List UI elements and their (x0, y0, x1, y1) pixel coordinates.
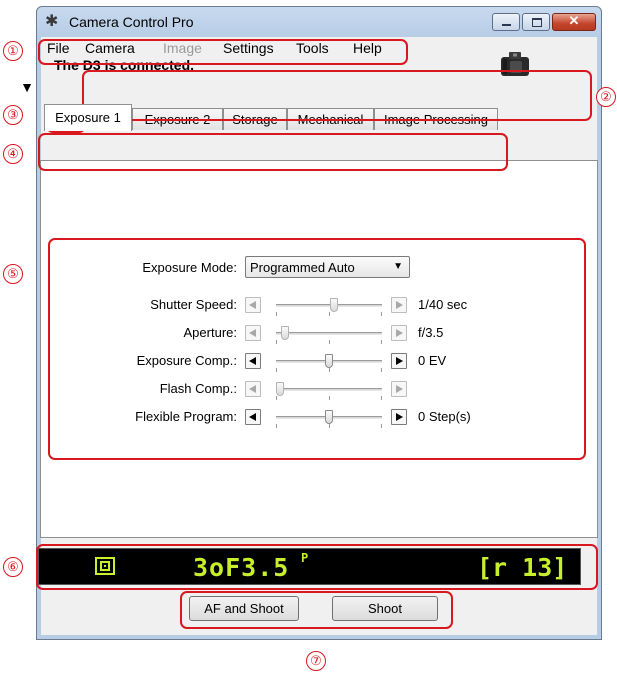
slider-tick (381, 312, 382, 316)
flash-comp-slider-track[interactable] (276, 388, 382, 391)
callout-number-6: ⑥ (3, 557, 23, 577)
callout-number-5: ⑤ (3, 264, 23, 284)
tab-exposure-2[interactable]: Exposure 2 (132, 108, 223, 130)
title-bar[interactable]: ✱ Camera Control Pro ✕ (37, 7, 601, 37)
slider-tick (329, 396, 330, 400)
window-title: Camera Control Pro (69, 14, 194, 30)
aperture-slider-thumb[interactable] (281, 326, 289, 340)
af-and-shoot-button[interactable]: AF and Shoot (189, 596, 299, 621)
frame-count-readout: [r 13] (477, 553, 568, 582)
camera-icon (501, 52, 529, 76)
flash-comp-slider-thumb[interactable] (276, 382, 284, 396)
matrix-metering-icon (95, 557, 115, 575)
aperture-label: Aperture: (183, 325, 237, 340)
exposure-comp-label: Exposure Comp.: (136, 353, 237, 368)
collapse-toggle-button[interactable]: ▼ (18, 78, 36, 96)
flash-comp-increase-button[interactable] (391, 381, 407, 397)
tab-image-processing[interactable]: Image Processing (374, 108, 498, 130)
menu-camera[interactable]: Camera (85, 40, 135, 56)
slider-tick (381, 396, 382, 400)
slider-tick (381, 368, 382, 372)
callout-number-7: ⑦ (306, 651, 326, 671)
chevron-down-icon: ▼ (393, 261, 403, 272)
slider-tick (276, 340, 277, 344)
arrow-right-icon (396, 385, 403, 393)
slider-tick (276, 396, 277, 400)
callout-number-2: ② (596, 87, 616, 107)
menu-file[interactable]: File (47, 40, 70, 56)
flexible-program-value: 0 Step(s) (418, 409, 471, 424)
app-logo-icon: ✱ (45, 13, 59, 30)
connection-status: The D3 is connected. (54, 57, 195, 73)
tab-panel (40, 160, 598, 538)
callout-number-3: ③ (3, 105, 23, 125)
menu-tools[interactable]: Tools (296, 40, 329, 56)
menu-image[interactable]: Image (163, 40, 202, 56)
slider-tick (329, 312, 330, 316)
slider-tick (329, 340, 330, 344)
close-icon: ✕ (568, 13, 580, 28)
flexible-program-slider-thumb[interactable] (325, 410, 333, 424)
arrow-right-icon (396, 329, 403, 337)
exposure-mode-value: Programmed Auto (250, 260, 355, 275)
arrow-right-icon (396, 357, 403, 365)
arrow-left-icon (249, 329, 256, 337)
slider-tick (276, 312, 277, 316)
shutter-speed-slider-track[interactable] (276, 304, 382, 307)
flexible-program-label: Flexible Program: (135, 409, 237, 424)
slider-tick (329, 424, 330, 428)
flash-comp-decrease-button[interactable] (245, 381, 261, 397)
slider-tick (276, 368, 277, 372)
exposure-comp-value: 0 EV (418, 353, 447, 368)
shutter-speed-increase-button[interactable] (391, 297, 407, 313)
slider-tick (381, 340, 382, 344)
arrow-left-icon (249, 385, 256, 393)
maximize-button[interactable] (522, 13, 550, 31)
aperture-value: f/3.5 (418, 325, 444, 340)
flash-comp-label: Flash Comp.: (159, 381, 237, 396)
control-panel-display: 3oF3.5 P [r 13] (38, 548, 581, 585)
arrow-left-icon (249, 357, 256, 365)
close-button[interactable]: ✕ (552, 13, 596, 31)
menu-help[interactable]: Help (353, 40, 382, 56)
slider-tick (276, 424, 277, 428)
exposure-comp-decrease-button[interactable] (245, 353, 261, 369)
arrow-left-icon (249, 301, 256, 309)
aperture-decrease-button[interactable] (245, 325, 261, 341)
flexible-program-decrease-button[interactable] (245, 409, 261, 425)
shutter-speed-value: 1/40 sec (418, 297, 468, 312)
shoot-button[interactable]: Shoot (332, 596, 438, 621)
aperture-slider-track[interactable] (276, 332, 382, 335)
shutter-speed-slider-thumb[interactable] (330, 298, 338, 312)
exposure-mode-select[interactable]: Programmed Auto ▼ (245, 256, 410, 278)
shutter-speed-label: Shutter Speed: (150, 297, 237, 312)
mode-indicator: P (301, 551, 309, 565)
slider-tick (329, 368, 330, 372)
menu-settings[interactable]: Settings (223, 40, 274, 56)
exposure-comp-increase-button[interactable] (391, 353, 407, 369)
tab-mechanical[interactable]: Mechanical (287, 108, 374, 130)
callout-number-1: ① (3, 41, 23, 61)
callout-number-4: ④ (3, 144, 23, 164)
arrow-right-icon (396, 413, 403, 421)
exposure-mode-label: Exposure Mode: (142, 260, 237, 275)
aperture-increase-button[interactable] (391, 325, 407, 341)
arrow-right-icon (396, 301, 403, 309)
flexible-program-increase-button[interactable] (391, 409, 407, 425)
exposure-comp-slider-thumb[interactable] (325, 354, 333, 368)
tab-storage[interactable]: Storage (223, 108, 287, 130)
tab-exposure-1[interactable]: Exposure 1 (44, 104, 132, 131)
shutter-speed-decrease-button[interactable] (245, 297, 261, 313)
arrow-left-icon (249, 413, 256, 421)
shutter-aperture-readout: 3oF3.5 (193, 553, 290, 582)
slider-tick (381, 424, 382, 428)
minimize-button[interactable] (492, 13, 520, 31)
